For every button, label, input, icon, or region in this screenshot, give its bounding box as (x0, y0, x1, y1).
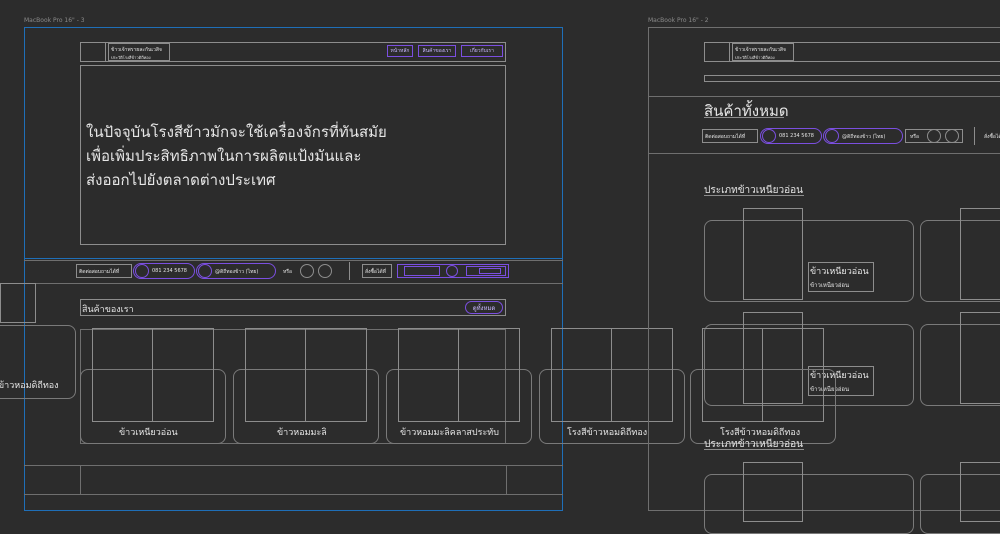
r-product-card-5[interactable] (704, 474, 914, 534)
side-image (0, 283, 36, 323)
product-card-2-image (245, 328, 367, 422)
frame-label-right: MacBook Pro 16" - 2 (648, 17, 709, 24)
r-product-card-1-sub: ข้าวเหนียวอ่อน (810, 282, 850, 289)
r-or-text: หรือ (910, 134, 919, 140)
r-logo-text-box: ข้าวเจ้าพรายละกันเวสิจ ประวัติโรงสีข้าวด… (732, 43, 794, 61)
order-label-box: สั่งซื้อได้ที่ (362, 264, 392, 278)
r-line-id[interactable]: @ดิถีทองข้าว (ไทย) (842, 133, 885, 141)
frame-label-left: MacBook Pro 16" - 3 (24, 17, 85, 24)
hero-line-3: ส่งออกไปยังตลาดต่างประเทศ (86, 171, 276, 189)
product-card-4-label: โรงสีข้าวหอมดิถีทอง (567, 428, 648, 438)
r-social-icon-1[interactable] (927, 129, 941, 143)
r-order-label: สั่งซื้อได้ที่ (984, 134, 1000, 140)
product-card-2-label: ข้าวหอมมะลิ (277, 428, 327, 438)
logo-box[interactable] (80, 42, 106, 62)
phone-pill[interactable] (133, 263, 195, 279)
strip-separator (349, 262, 350, 280)
order-channel-1[interactable] (404, 266, 440, 276)
product-card-3-label: ข้าวหอมมะลิคลาสประทับ (400, 428, 499, 438)
social-icon-1[interactable] (300, 264, 314, 278)
order-channel-2-inner (479, 268, 501, 274)
r-category-1-underline (704, 195, 804, 196)
r-contact-label: ติดต่อสอบถามได้ที่ (705, 134, 746, 140)
r-category-2-underline (704, 449, 804, 450)
r-product-card-5-image (743, 462, 803, 522)
section-header (80, 299, 506, 316)
r-phone-icon[interactable] (762, 129, 776, 143)
product-card-1-divider (152, 328, 153, 422)
product-card-3-divider (458, 328, 459, 422)
hero-line-1: ในปัจจุบันโรงสีข้าวมักจะใช้เครื่องจักรที… (86, 123, 387, 141)
r-line-icon[interactable] (825, 129, 839, 143)
see-all-button[interactable]: ดูทั้งหมด (465, 301, 503, 314)
logo-text-box: ข้าวเจ้าพรายละกันเวสิจ ประวัติโรงสีข้าวด… (108, 43, 170, 61)
product-card-3-image (398, 328, 520, 422)
r-product-card-6-image (960, 462, 1000, 522)
social-icon-2[interactable] (318, 264, 332, 278)
product-card-1-label: ข้าวเหนียวอ่อน (119, 428, 178, 438)
contact-label-box: ติดต่อสอบถามได้ที่ (76, 264, 132, 278)
nav-home[interactable]: หน้าหลัก (387, 45, 413, 57)
order-channel-icon[interactable] (446, 265, 458, 277)
nav-products[interactable]: สินค้าของเรา (418, 45, 456, 57)
overlay-card-image (702, 328, 824, 422)
r-strip-separator (974, 127, 975, 145)
product-card-4-divider (611, 328, 612, 422)
r-logo-box[interactable] (704, 42, 730, 62)
footer-divider-left (80, 465, 81, 495)
hero-line-2: เพื่อเพิ่มประสิทธิภาพในการผลิตแป้งมันและ (86, 147, 362, 165)
order-label: สั่งซื้อได้ที่ (365, 269, 386, 275)
overlay-card-divider (762, 328, 763, 422)
line-pill[interactable] (196, 263, 276, 279)
r-contact-label-box: ติดต่อสอบถามได้ที่ (702, 129, 758, 143)
or-text: หรือ (283, 269, 292, 275)
side-card-label: ข้าวหอมดิถีทอง (0, 381, 59, 391)
product-card-1-image (92, 328, 214, 422)
r-product-card-1-name: ข้าวเหนียวอ่อน (810, 267, 869, 277)
section-title: สินค้าของเรา (82, 305, 134, 315)
r-breadcrumb-bar (704, 75, 1000, 82)
r-page-title: สินค้าทั้งหมด (704, 102, 789, 120)
r-product-card-2-image (960, 208, 1000, 300)
nav-about[interactable]: เกี่ยวกับเรา (461, 45, 503, 57)
r-title-section (648, 96, 1000, 154)
r-social-icon-2[interactable] (945, 129, 959, 143)
contact-label: ติดต่อสอบถามได้ที่ (79, 269, 120, 275)
r-title-underline (704, 117, 784, 118)
footer-strip (24, 465, 563, 495)
r-product-card-1-image (743, 208, 803, 300)
footer-divider-right (506, 465, 507, 495)
product-card-2-divider (305, 328, 306, 422)
logo-line1: ข้าวเจ้าพรายละกันเวสิจ (111, 47, 162, 53)
divider-blue (24, 258, 563, 259)
r-logo-line1: ข้าวเจ้าพรายละกันเวสิจ (735, 47, 786, 53)
logo-line2: ประวัติโรงสีข้าวดิถีทอง (111, 55, 151, 60)
r-product-card-4-image (960, 312, 1000, 404)
r-logo-line2: ประวัติโรงสีข้าวดิถีทอง (735, 55, 775, 60)
r-phone-number[interactable]: 081 234 5678 (779, 133, 814, 139)
